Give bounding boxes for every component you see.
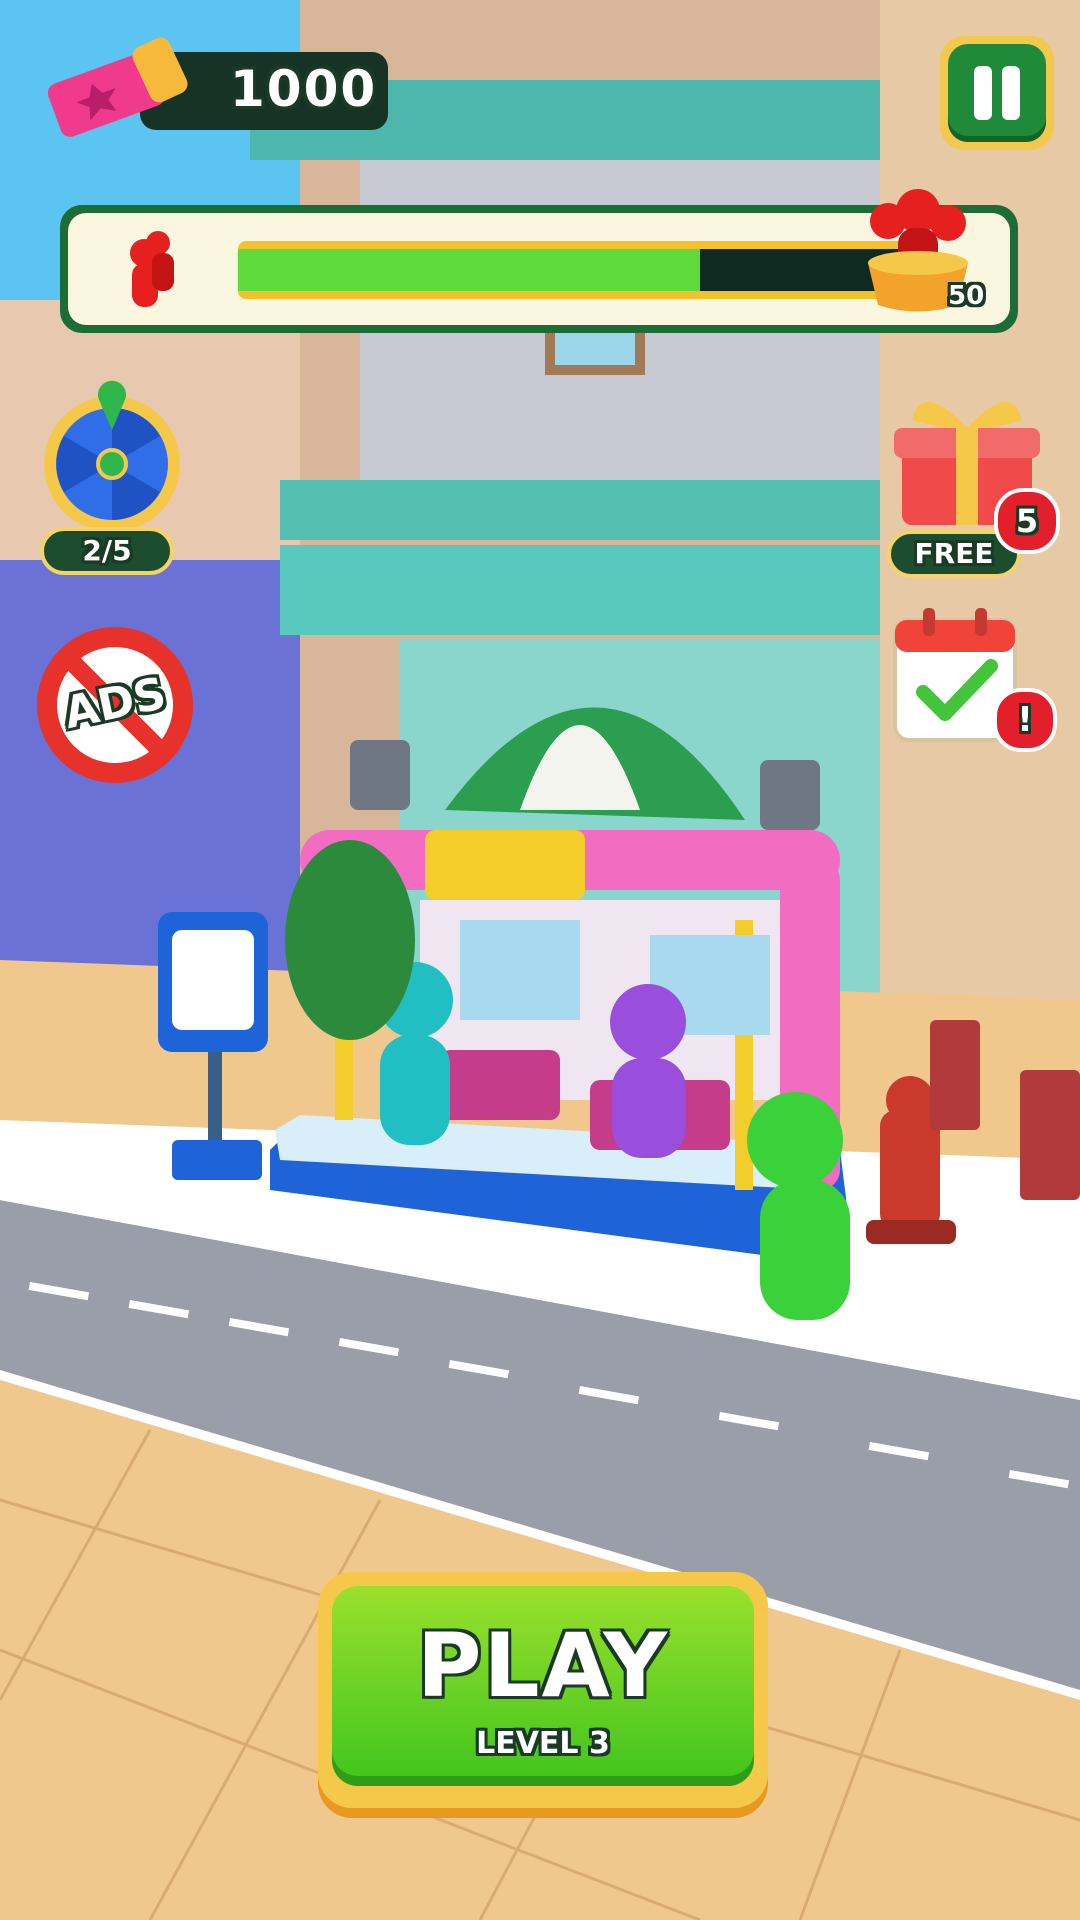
- pause-icon: [948, 44, 1046, 142]
- play-label: PLAY: [417, 1614, 669, 1717]
- progress-bar: [238, 241, 938, 299]
- daily-reward-button[interactable]: !: [885, 600, 1057, 752]
- free-gift-button[interactable]: FREE 5: [882, 380, 1060, 580]
- ticket-counter: 1000: [40, 30, 388, 140]
- remove-ads-button[interactable]: ADS: [30, 620, 200, 790]
- level-progress-panel: 50: [60, 189, 1018, 333]
- level-label: LEVEL 3: [476, 1726, 610, 1761]
- gift-count-badge: 5: [994, 488, 1060, 554]
- spin-count-badge: 2/5: [40, 527, 174, 575]
- pause-button[interactable]: [940, 36, 1054, 150]
- crowd-small-icon: [130, 231, 174, 307]
- tree: [285, 840, 415, 1040]
- spin-wheel-icon: [44, 380, 180, 532]
- play-button[interactable]: PLAY LEVEL 3: [318, 1572, 768, 1808]
- spin-wheel-button[interactable]: 2/5: [30, 372, 200, 582]
- character-green: [747, 1092, 850, 1320]
- progress-bar-fill: [238, 249, 700, 291]
- ticket-icon: [47, 37, 188, 137]
- character-purple: [610, 984, 686, 1158]
- goal-count: 50: [948, 281, 985, 311]
- ticket-count: 1000: [230, 60, 378, 118]
- daily-alert-badge: !: [993, 688, 1057, 752]
- bus-stop-sign: [158, 912, 268, 1180]
